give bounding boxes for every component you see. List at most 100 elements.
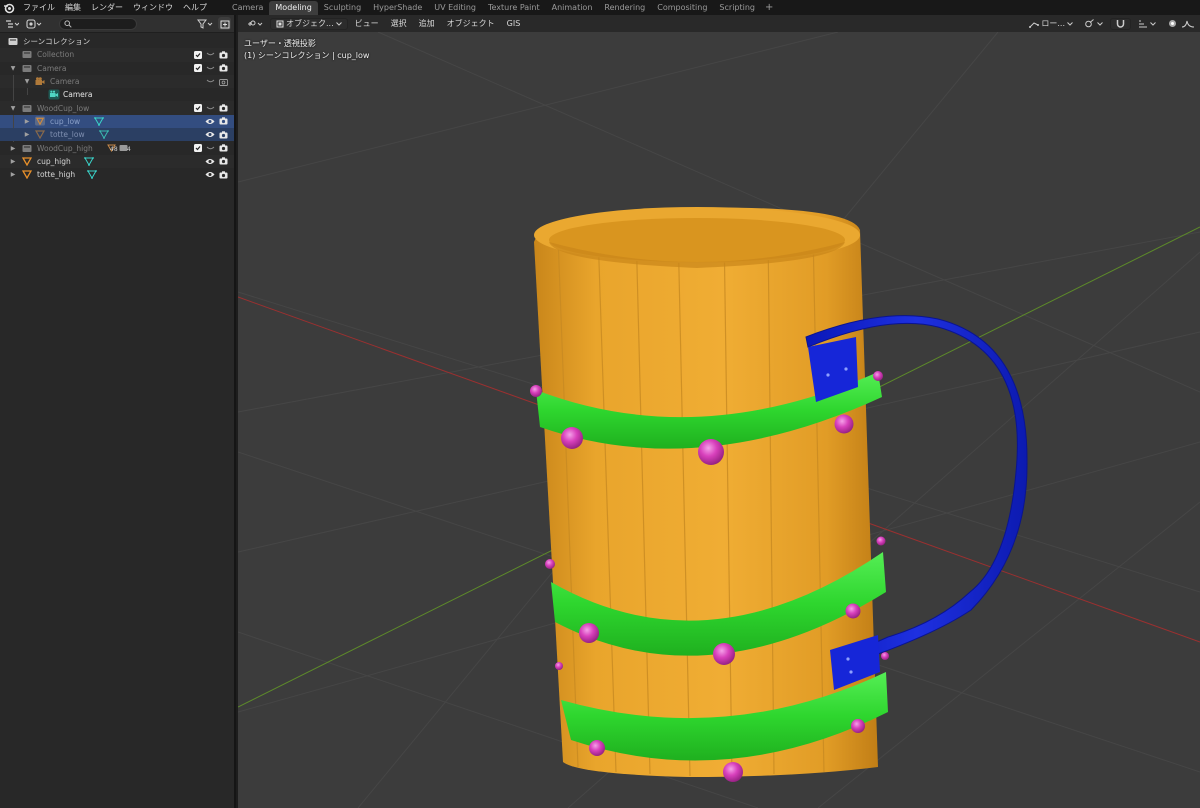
mesh-cup-low[interactable] [530, 207, 889, 782]
outliner-row-scene-collection[interactable]: シーンコレクション [0, 35, 234, 48]
render-camera-icon[interactable] [218, 77, 228, 87]
camera-object-icon [35, 77, 45, 87]
outliner-row-woodcup-high[interactable]: ▶ WoodCup_high 48 4 [0, 141, 234, 154]
outliner-search-input[interactable] [74, 19, 134, 28]
pivot-icon [1085, 19, 1094, 28]
expand-arrow-icon[interactable]: ▶ [23, 131, 31, 138]
tab-hypershade[interactable]: HyperShade [367, 1, 428, 15]
viewport-header: オブジェク... ビュー 選択 追加 オブジェクト GIS ロー... [238, 15, 1200, 32]
visibility-hidden-icon[interactable] [205, 77, 215, 87]
visibility-eye-icon[interactable] [205, 116, 215, 126]
outliner-row-camera-data[interactable]: Camera [0, 88, 234, 101]
visibility-eye-icon[interactable] [205, 156, 215, 166]
tab-rendering[interactable]: Rendering [598, 1, 651, 15]
expand-arrow-icon[interactable]: ▼ [9, 65, 17, 72]
outliner-item-label: Camera [50, 77, 80, 87]
outliner-item-label: Camera [63, 90, 93, 100]
menu-window[interactable]: ウィンドウ [128, 0, 178, 15]
outliner-row-totte-low[interactable]: ▶ totte_low [0, 128, 234, 142]
tab-animation[interactable]: Animation [546, 1, 599, 15]
editor-type-button[interactable] [242, 18, 268, 30]
expand-arrow-icon[interactable]: ▼ [23, 78, 31, 85]
exclude-checkbox[interactable] [193, 143, 203, 153]
visibility-eye-icon[interactable] [205, 170, 215, 180]
visibility-hidden-icon[interactable] [205, 50, 215, 60]
outliner-item-label: WoodCup_low [37, 103, 90, 113]
outliner-item-label: cup_high [37, 156, 71, 166]
transform-orientation-dropdown[interactable]: ロー... [1024, 18, 1078, 30]
new-collection-button[interactable] [218, 17, 231, 30]
3d-viewport[interactable]: オブジェク... ビュー 選択 追加 オブジェクト GIS ロー... ユーザー… [238, 15, 1200, 808]
render-camera-icon[interactable] [218, 63, 228, 73]
menu-edit[interactable]: 編集 [60, 0, 86, 15]
render-camera-icon[interactable] [218, 156, 228, 166]
outliner-item-label: WoodCup_high [37, 143, 93, 153]
tree-line [27, 88, 28, 96]
snap-toggle[interactable] [1110, 17, 1131, 30]
filter-button[interactable] [196, 17, 214, 30]
search-icon [64, 19, 72, 28]
snap-target-dropdown[interactable] [1133, 18, 1161, 30]
outliner-row-woodcup-low[interactable]: ▼ WoodCup_low [0, 101, 234, 115]
cup-body[interactable] [534, 207, 878, 777]
outliner-row-collection[interactable]: Collection [0, 48, 234, 62]
exclude-checkbox[interactable] [193, 103, 203, 113]
editor-type-button[interactable] [3, 17, 21, 30]
active-object-label: (1) シーンコレクション | cup_low [244, 51, 370, 60]
menu-gis[interactable]: GIS [502, 18, 526, 30]
mesh-object-icon [22, 170, 32, 180]
tab-texture-paint[interactable]: Texture Paint [482, 1, 546, 15]
expand-arrow-icon[interactable]: ▶ [9, 145, 17, 152]
visibility-eye-icon[interactable] [205, 130, 215, 140]
outliner-search-field[interactable] [59, 17, 137, 30]
tab-sculpting[interactable]: Sculpting [318, 1, 367, 15]
render-camera-icon[interactable] [218, 170, 228, 180]
mesh-data-icon [94, 116, 104, 126]
pivot-point-dropdown[interactable] [1080, 18, 1108, 30]
visibility-hidden-icon[interactable] [205, 63, 215, 73]
tab-camera[interactable]: Camera [226, 1, 269, 15]
render-camera-icon[interactable] [218, 50, 228, 60]
menu-select[interactable]: 選択 [386, 18, 412, 30]
menu-file[interactable]: ファイル [18, 0, 60, 15]
render-camera-icon[interactable] [218, 116, 228, 126]
outliner-row-camera-collection[interactable]: ▼ Camera [0, 62, 234, 75]
render-camera-icon[interactable] [218, 143, 228, 153]
menu-object[interactable]: オブジェクト [442, 18, 500, 30]
scene-collection-icon [8, 37, 18, 47]
expand-arrow-icon[interactable]: ▶ [9, 171, 17, 178]
blender-logo-icon[interactable] [2, 1, 16, 15]
tab-scripting[interactable]: Scripting [713, 1, 761, 15]
render-camera-icon[interactable] [218, 103, 228, 113]
expand-arrow-icon[interactable]: ▶ [9, 158, 17, 165]
menu-render[interactable]: レンダー [86, 0, 128, 15]
transform-orientation-label: ロー... [1041, 18, 1065, 28]
exclude-checkbox[interactable] [193, 63, 203, 73]
outliner-row-cup-low[interactable]: ▶ cup_low [0, 114, 234, 142]
tab-uv-editing[interactable]: UV Editing [428, 1, 482, 15]
menu-add[interactable]: 追加 [414, 18, 440, 30]
tab-modeling[interactable]: Modeling [269, 1, 318, 15]
chevron-down-icon [335, 21, 342, 26]
tab-compositing[interactable]: Compositing [651, 1, 713, 15]
menu-view[interactable]: ビュー [350, 18, 384, 30]
render-camera-icon[interactable] [218, 130, 228, 140]
proportional-editing-toggle[interactable] [1163, 18, 1200, 30]
mesh-object-icon [35, 116, 45, 126]
expand-arrow-icon[interactable]: ▶ [23, 118, 31, 125]
outliner-row-totte-high[interactable]: ▶ totte_high [0, 168, 234, 181]
exclude-checkbox[interactable] [193, 50, 203, 60]
expand-arrow-icon[interactable]: ▼ [9, 105, 17, 112]
viewport-scene[interactable] [238, 32, 1200, 808]
display-mode-button[interactable] [25, 17, 43, 30]
outliner-row-camera-object[interactable]: ▼ Camera [0, 74, 234, 115]
menu-help[interactable]: ヘルプ [178, 0, 212, 15]
interaction-mode-dropdown[interactable]: オブジェク... [270, 17, 348, 30]
outliner-item-label: cup_low [50, 116, 81, 126]
visibility-hidden-icon[interactable] [205, 143, 215, 153]
mesh-object-icon [22, 156, 32, 166]
add-workspace-button[interactable]: + [761, 1, 777, 15]
chevron-down-icon [1097, 21, 1103, 26]
outliner-row-cup-high[interactable]: ▶ cup_high [0, 154, 234, 168]
visibility-hidden-icon[interactable] [205, 103, 215, 113]
